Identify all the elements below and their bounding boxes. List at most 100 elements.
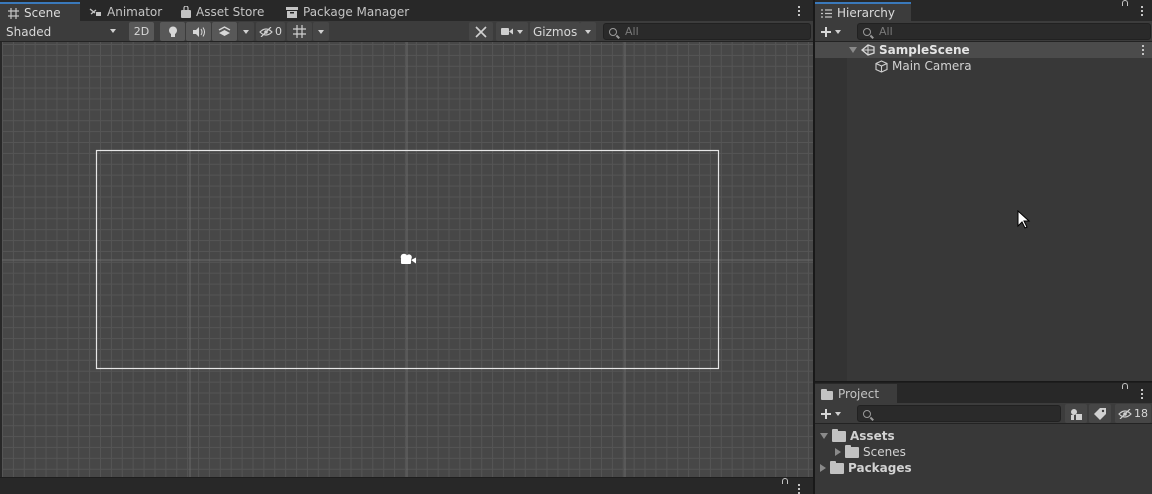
folder-open-icon — [832, 428, 846, 442]
hierarchy-toolbar: All — [815, 21, 1152, 42]
tab-hierarchy[interactable]: Hierarchy — [815, 2, 911, 22]
eye-slash-icon — [1118, 408, 1132, 419]
tab-asset-store-label: Asset Store — [196, 5, 265, 19]
package-icon — [286, 6, 298, 18]
tab-scene[interactable]: Scene — [0, 2, 80, 22]
project-tab-label: Project — [838, 387, 880, 401]
tag-icon — [1094, 407, 1106, 420]
chevron-down-icon — [110, 29, 116, 33]
effects-layers-icon — [218, 26, 231, 36]
project-folder-tree: Assets Scenes Packages — [815, 425, 1152, 494]
main-camera-label: Main Camera — [892, 59, 972, 73]
2d-toggle-label: 2D — [133, 25, 150, 38]
hierarchy-list: SampleScene Main Camera — [815, 42, 1152, 381]
expand-arrow-icon[interactable] — [849, 47, 857, 53]
grid-dropdown-button[interactable] — [313, 22, 329, 41]
filter-by-label-button[interactable] — [1089, 404, 1111, 423]
collapse-arrow-icon[interactable] — [835, 448, 841, 456]
draw-mode-value: Shaded — [6, 24, 52, 39]
shapes-filter-icon — [1070, 408, 1082, 420]
list-icon — [821, 8, 832, 18]
tools-button[interactable] — [469, 22, 493, 41]
scene-search-input[interactable]: All — [603, 23, 811, 40]
create-object-button[interactable] — [821, 21, 849, 42]
mouse-cursor-icon — [1017, 210, 1031, 229]
scene-viewport[interactable] — [2, 42, 813, 477]
scene-tab-bar: Scene Animator Asset Store Package Manag… — [0, 0, 813, 22]
search-icon — [863, 409, 871, 418]
scene-row-content: SampleScene — [849, 42, 970, 58]
expand-arrow-icon[interactable] — [820, 433, 828, 439]
camera-gizmo-icon[interactable] — [399, 253, 417, 266]
grid-snapping-toggle[interactable] — [287, 22, 312, 41]
chevron-down-icon — [318, 29, 324, 34]
animator-icon — [89, 7, 101, 16]
scene-name: SampleScene — [879, 43, 970, 57]
scene-row-menu-icon[interactable] — [1141, 45, 1145, 55]
tab-asset-store[interactable]: Asset Store — [173, 2, 272, 22]
hierarchy-panel: Hierarchy All SampleScene Main Camera — [815, 0, 1152, 381]
hidden-packages-count: 18 — [1134, 407, 1148, 420]
speaker-icon — [192, 26, 205, 37]
chevron-down-icon — [243, 29, 249, 34]
scenes-label: Scenes — [863, 445, 906, 459]
lighting-toggle-button[interactable] — [160, 22, 185, 41]
scene-toolbar: Shaded 2D 0 Gizmos All — [0, 21, 813, 42]
collapse-arrow-icon[interactable] — [820, 464, 826, 472]
filter-by-type-button[interactable] — [1065, 404, 1087, 423]
gizmos-dropdown-button[interactable] — [580, 22, 596, 41]
scene-footer-bar — [0, 477, 813, 494]
gameobject-cube-icon — [875, 59, 888, 73]
create-asset-button[interactable] — [821, 403, 849, 424]
effects-dropdown-button[interactable] — [238, 22, 254, 41]
folder-icon — [821, 388, 833, 400]
camera-settings-button[interactable] — [496, 22, 528, 41]
project-search-input[interactable] — [857, 405, 1061, 422]
scene-panel-menu-icon[interactable] — [797, 6, 801, 16]
search-icon — [609, 27, 617, 36]
hierarchy-tab-label: Hierarchy — [837, 6, 896, 20]
folder-icon — [845, 444, 859, 458]
unity-scene-icon — [861, 44, 875, 56]
hierarchy-menu-icon[interactable] — [1140, 6, 1144, 16]
tree-item-packages[interactable]: Packages — [820, 460, 912, 476]
tree-item-scenes[interactable]: Scenes — [835, 444, 906, 460]
tab-package-manager[interactable]: Package Manager — [278, 2, 417, 22]
tab-animator[interactable]: Animator — [81, 2, 170, 22]
hidden-packages-toggle[interactable]: 18 — [1115, 404, 1151, 423]
tab-animator-label: Animator — [107, 5, 163, 19]
project-toolbar: 18 — [815, 403, 1152, 424]
video-camera-icon — [501, 28, 513, 35]
hierarchy-search-placeholder: All — [879, 25, 893, 38]
project-tab-bar: Project — [815, 382, 1152, 404]
search-icon — [863, 27, 871, 36]
packages-label: Packages — [848, 461, 912, 475]
assets-label: Assets — [850, 429, 895, 443]
hidden-objects-toggle[interactable]: 0 — [256, 22, 285, 41]
tab-project[interactable]: Project — [815, 384, 897, 404]
project-panel: Project 18 Assets Scenes Packages — [815, 382, 1152, 494]
gizmos-toggle-button[interactable]: Gizmos — [530, 22, 580, 41]
hidden-objects-count: 0 — [275, 25, 282, 38]
scene-search-placeholder: All — [625, 25, 639, 38]
tools-icon — [475, 25, 487, 38]
footer-menu-icon[interactable] — [797, 484, 801, 494]
effects-toggle-button[interactable] — [212, 22, 237, 41]
scene-row[interactable]: SampleScene — [815, 42, 1152, 58]
plus-icon — [821, 408, 831, 419]
eye-slash-icon — [259, 26, 273, 37]
tab-package-manager-label: Package Manager — [303, 5, 410, 19]
draw-mode-dropdown[interactable]: Shaded — [0, 21, 124, 42]
chevron-down-icon — [585, 29, 591, 34]
audio-toggle-button[interactable] — [186, 22, 211, 41]
shopping-bag-icon — [181, 6, 191, 18]
tree-item-assets[interactable]: Assets — [820, 428, 895, 444]
hierarchy-search-input[interactable]: All — [857, 23, 1151, 40]
2d-toggle-button[interactable]: 2D — [129, 22, 154, 41]
grid-snap-icon — [293, 25, 306, 38]
project-menu-icon[interactable] — [1140, 389, 1144, 399]
chevron-down-icon — [517, 29, 523, 34]
hierarchy-gutter — [815, 42, 847, 381]
chevron-down-icon — [835, 411, 841, 416]
hierarchy-item-main-camera[interactable]: Main Camera — [875, 58, 972, 74]
